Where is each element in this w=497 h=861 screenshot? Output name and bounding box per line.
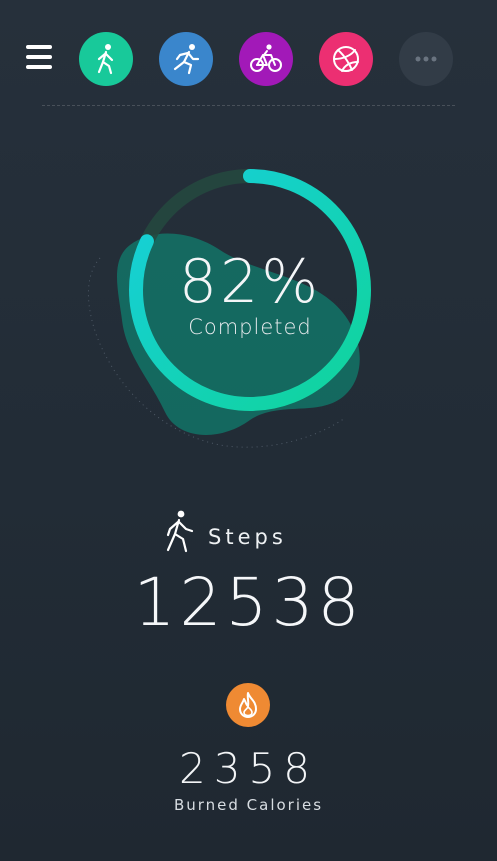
walking-icon [166,510,194,553]
header-divider [42,105,455,106]
progress-label: Completed [188,315,312,339]
running-icon [173,44,200,75]
more-icon [415,56,437,62]
activity-walk-button[interactable] [79,32,133,86]
calories-badge [226,683,270,727]
hamburger-icon[interactable] [26,45,52,69]
steps-label: Steps [208,525,287,549]
activity-cycle-button[interactable] [239,32,293,86]
flame-icon [239,692,257,718]
activity-dribbble-button[interactable] [319,32,373,86]
activity-toolbar [0,0,497,106]
steps-value: 12538 [133,564,364,641]
cycling-icon [250,44,282,72]
calories-label: Burned Calories [173,796,324,814]
progress-percent: 82% [178,247,322,317]
activity-run-button[interactable] [159,32,213,86]
calories-value: 2358 [179,744,318,793]
activity-more-button[interactable] [399,32,453,86]
walking-icon [97,44,114,75]
dribbble-icon [333,46,359,72]
